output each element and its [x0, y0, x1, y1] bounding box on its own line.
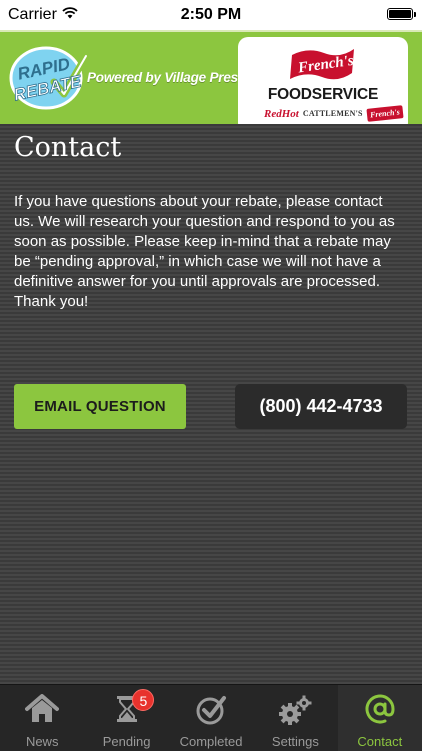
tab-completed-label: Completed — [179, 734, 243, 749]
page-title: Contact — [14, 132, 122, 163]
tab-settings[interactable]: Settings — [253, 685, 337, 751]
house-icon — [25, 694, 60, 722]
tab-pending-label: Pending — [102, 734, 151, 749]
tab-settings-label: Settings — [271, 734, 319, 749]
pending-count-badge: 5 — [132, 689, 155, 711]
tab-contact-label: Contact — [357, 734, 403, 749]
contact-description: If you have questions about your rebate,… — [14, 193, 395, 310]
at-sign-icon — [365, 694, 395, 724]
redhot-logo: RedHot — [264, 107, 299, 120]
frenchs-flag-logo: French's — [288, 45, 358, 88]
frenchs-small-logo: French's — [366, 105, 404, 122]
brand-logos-row: RedHot CATTLEMEN'S French's — [264, 105, 404, 122]
tab-completed[interactable]: Completed — [169, 685, 253, 751]
contact-content: Contact If you have questions about your… — [0, 124, 422, 684]
gears-icon — [279, 695, 312, 725]
check-circle-icon — [196, 696, 227, 725]
tab-news-label: News — [25, 734, 59, 749]
tab-news[interactable]: News — [0, 685, 84, 751]
foodservice-label: FOODSERVICE — [267, 86, 379, 103]
tab-pending[interactable]: 5 Pending — [84, 685, 168, 751]
cattlemens-logo: CATTLEMEN'S — [302, 109, 363, 118]
tab-contact[interactable]: Contact — [337, 685, 422, 751]
frenchs-foodservice-logo: French's FOODSERVICE RedHot CATTLEMEN'S … — [238, 37, 408, 133]
app-header: RAPID REBATE Powered by Village Press Fr… — [0, 30, 422, 133]
powered-by-tagline: Powered by Village Press — [87, 70, 246, 85]
phone-number-button[interactable]: (800) 442-4733 — [235, 384, 407, 429]
email-question-button[interactable]: EMAIL QUESTION — [14, 384, 186, 429]
tab-bar: News 5 Pending Completed Settings Contac… — [0, 684, 422, 751]
rapid-rebate-logo: RAPID REBATE — [8, 42, 90, 117]
status-bar: Carrier 2:50 PM — [0, 0, 422, 30]
status-time: 2:50 PM — [180, 6, 242, 23]
battery-icon — [387, 8, 416, 20]
